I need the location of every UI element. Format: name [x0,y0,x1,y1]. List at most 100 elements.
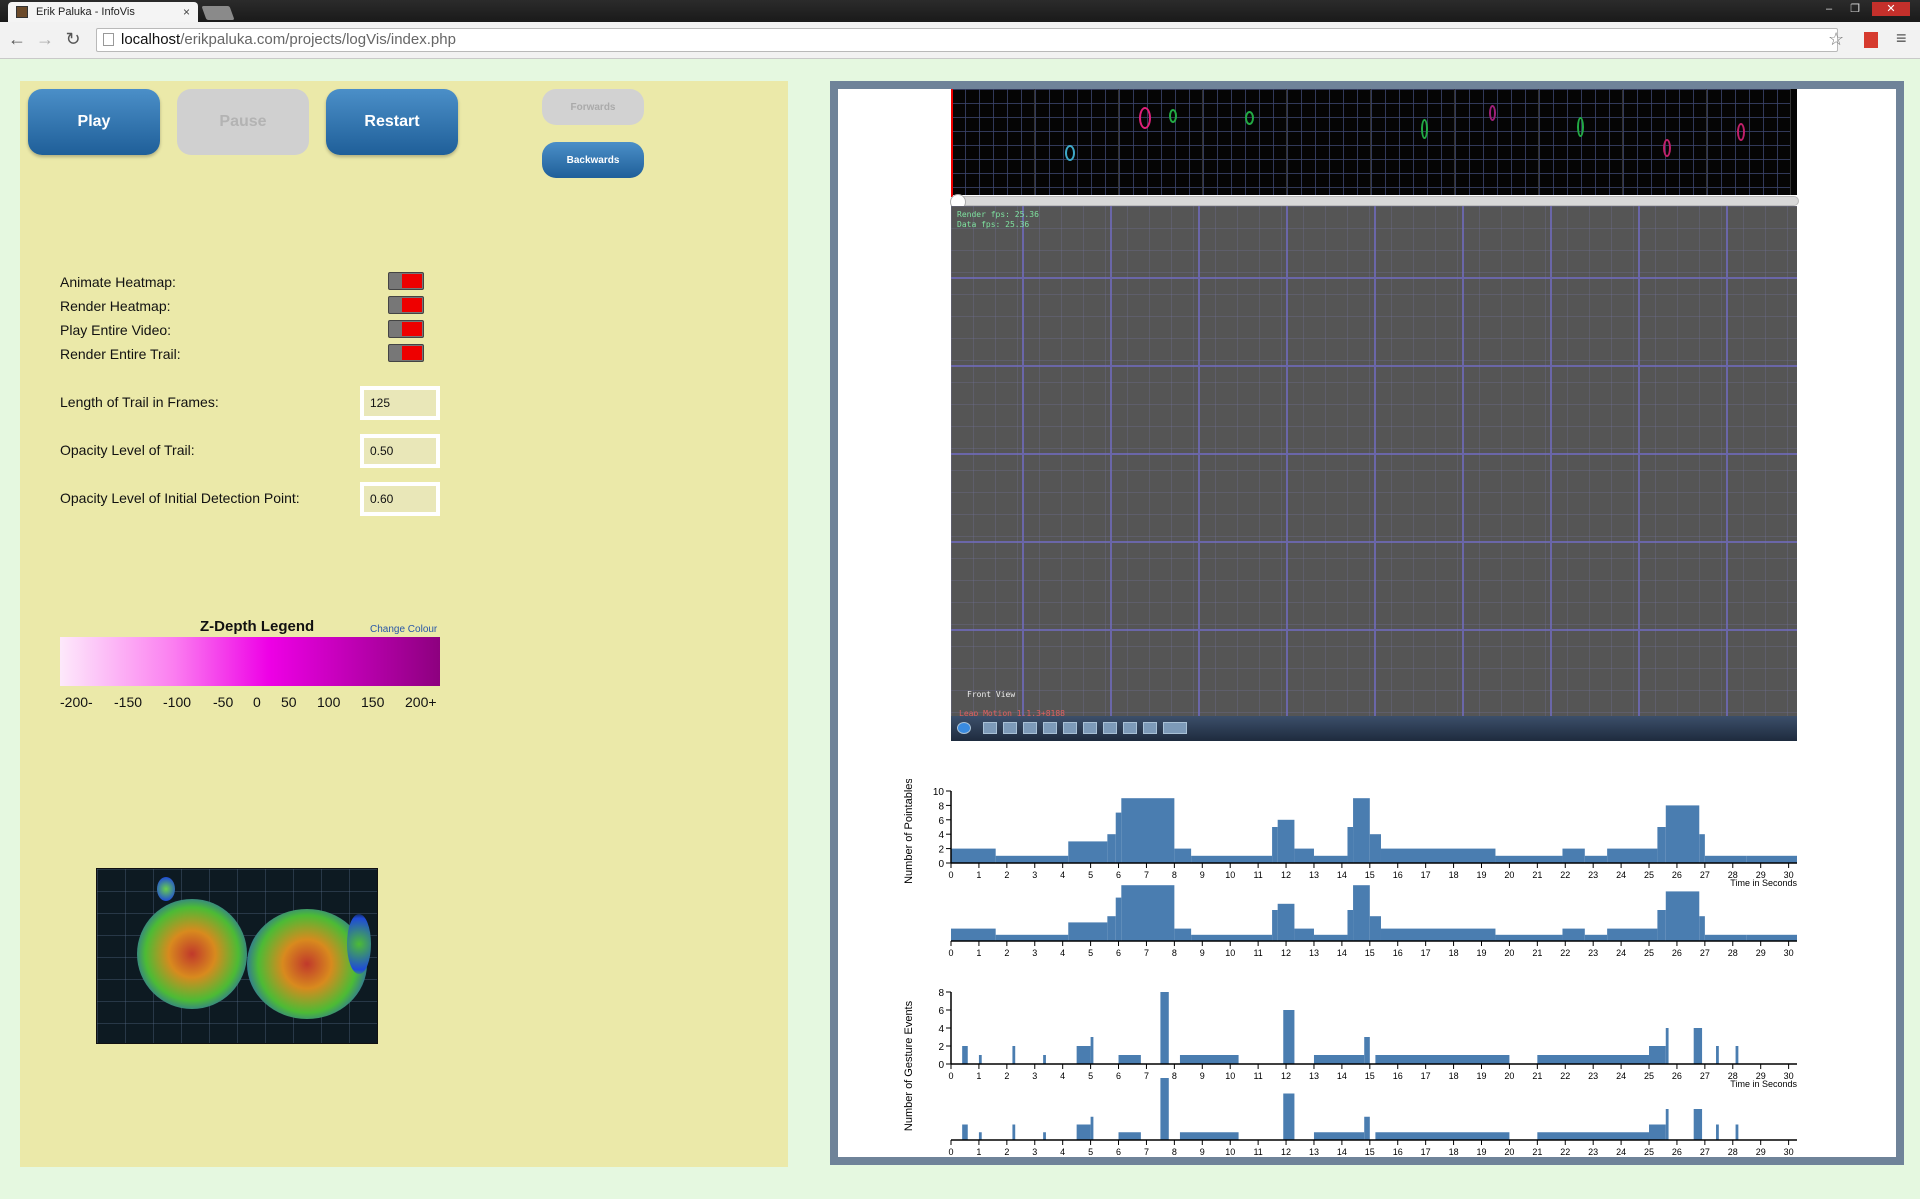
backwards-button[interactable]: Backwards [542,142,644,178]
minimize-icon[interactable]: – [1820,2,1838,16]
trail-length-input[interactable] [360,386,440,420]
x-tick-label: 12 [1281,1071,1291,1081]
video-frame[interactable] [1707,89,1791,195]
video-frame[interactable] [1371,89,1455,195]
browser-tab[interactable]: Erik Paluka - InfoVis × [8,2,198,22]
x-tick-label: 25 [1644,948,1654,958]
trail-opacity-input[interactable] [360,434,440,468]
bar-mark [1537,1132,1650,1140]
tab-close-icon[interactable]: × [183,2,190,22]
address-bar[interactable]: localhost/erikpaluka.com/projects/logVis… [96,28,1838,52]
bar-mark [1665,891,1700,941]
x-tick-label: 1 [976,1071,981,1081]
render-entire-trail-label: Render Entire Trail: [60,346,181,362]
play-button[interactable]: Play [28,89,160,155]
bar-mark [1746,855,1797,863]
bar-mark [1272,827,1278,863]
x-tick-label: 0 [948,1147,953,1157]
play-entire-video-toggle[interactable] [388,320,424,338]
leap-visualizer-view[interactable]: Render fps: 25.36 Data fps: 25.36 Front … [951,206,1797,741]
trail-stroke [1577,117,1584,137]
x-tick-label: 3 [1032,870,1037,880]
bar-mark [1347,827,1354,863]
taskbar-icon [1043,722,1057,734]
taskbar-icon [1163,722,1187,734]
x-tick-label: 21 [1532,1071,1542,1081]
bar-mark [1347,910,1354,941]
video-thumbnail-strip[interactable] [951,89,1797,195]
restart-button[interactable]: Restart [326,89,458,155]
new-tab-button[interactable] [201,6,235,20]
x-tick-label: 5 [1088,948,1093,958]
bar-mark [1090,1116,1094,1140]
timeline-scrubber[interactable] [950,194,1799,210]
video-frame[interactable] [1623,89,1707,195]
animate-heatmap-toggle[interactable] [388,272,424,290]
maximize-icon[interactable]: ❐ [1846,2,1864,16]
video-frame[interactable] [1455,89,1539,195]
bar-mark [1699,916,1705,941]
control-panel: Play Pause Restart Forwards Backwards An… [20,81,788,1167]
x-tick-label: 4 [1060,1147,1065,1157]
render-entire-trail-toggle[interactable] [388,344,424,362]
bar-mark [1012,1124,1016,1140]
window-close-icon[interactable]: ✕ [1872,2,1910,16]
bar-mark [1043,1132,1046,1140]
x-tick-label: 27 [1700,1071,1710,1081]
bar-mark [1313,1055,1365,1064]
x-tick-label: 23 [1588,870,1598,880]
bar-mark [1068,922,1108,941]
taskbar-icon [1123,722,1137,734]
legend-tick: 150 [361,694,385,710]
render-heatmap-toggle[interactable] [388,296,424,314]
video-frame[interactable] [1035,89,1119,195]
forwards-button[interactable]: Forwards [542,89,644,125]
bar-mark [1537,1055,1650,1064]
reload-icon[interactable]: ↻ [62,28,84,50]
bar-mark [1283,1010,1295,1064]
pointables-chart[interactable]: 0 1 2 3 4 5 6 7 8 9 10 11 12 13 14 15 16 17 18 19 20 21 22 23 24… [838,779,1896,984]
browser-menu-icon[interactable]: ≡ [1896,27,1907,49]
x-tick-label: 3 [1032,1147,1037,1157]
bar-mark [1272,910,1278,941]
x-tick-label: 23 [1588,948,1598,958]
trail-stroke [1169,109,1177,123]
video-frame[interactable] [1119,89,1203,195]
x-tick-label: 27 [1700,948,1710,958]
change-colour-link[interactable]: Change Colour [370,624,437,635]
bar-mark [1746,934,1797,941]
x-axis-label: Time in Seconds [1730,878,1797,888]
bar-mark [1380,848,1496,863]
bookmark-star-icon[interactable]: ☆ [1828,28,1844,50]
x-tick-label: 4 [1060,870,1065,880]
video-frame[interactable] [951,89,1035,195]
bar-mark [1191,855,1273,863]
video-frame[interactable] [1539,89,1623,195]
y-tick-label: 6 [938,1006,944,1017]
bar-mark [1107,834,1116,863]
video-frame[interactable] [1287,89,1371,195]
video-frame[interactable] [1203,89,1287,195]
y-axis-label: Number of Pointables [903,779,915,884]
taskbar-icon [1003,722,1017,734]
detection-opacity-input[interactable] [360,482,440,516]
x-tick-label: 19 [1476,1147,1486,1157]
pause-button[interactable]: Pause [177,89,309,155]
bar-mark [1107,916,1116,941]
x-tick-label: 22 [1560,1147,1570,1157]
legend-tick: 0 [253,694,261,710]
bar-mark [978,1055,982,1064]
heatmap-thumbnail[interactable] [96,868,378,1044]
forward-icon[interactable]: → [34,28,56,50]
x-tick-label: 12 [1281,1147,1291,1157]
bar-mark [1353,798,1370,863]
bar-mark [1115,812,1122,863]
trail-stroke [1421,119,1428,139]
extension-icon[interactable] [1864,32,1878,48]
playhead[interactable] [951,89,953,197]
x-tick-label: 11 [1253,870,1262,880]
x-tick-label: 16 [1393,948,1403,958]
back-icon[interactable]: ← [6,28,28,50]
y-tick-label: 0 [938,859,944,870]
gesture-events-chart[interactable]: 0 1 2 3 4 5 6 7 8 9 10 11 12 13 14 15 16 17 18 19 20 21 22 23 24… [838,984,1896,1164]
